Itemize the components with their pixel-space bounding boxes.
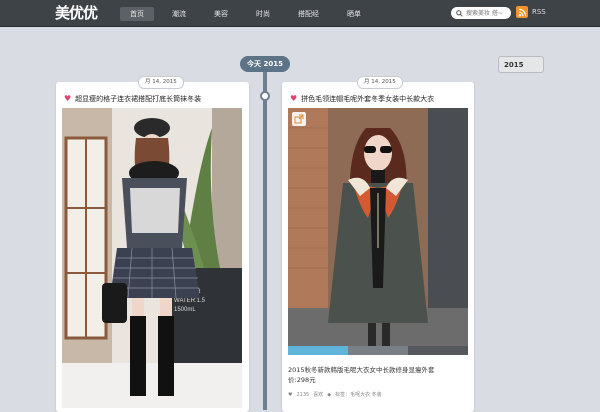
likes-count: 2135 xyxy=(296,391,310,398)
tag-icon: ◆ xyxy=(327,391,332,398)
search-icon xyxy=(456,9,463,17)
timeline-dot xyxy=(260,91,270,101)
heart-icon[interactable]: ♥ xyxy=(290,95,297,103)
description-text: 2015秋冬新款韩版毛呢大衣女中长款修身显瘦外套 xyxy=(288,366,435,374)
post-date: 月 14, 2015 xyxy=(138,76,184,89)
top-navigation-bar: 美优优 首页 潮流 美容 时尚 搭配经 晒单 RSS xyxy=(0,0,600,27)
post-card-left[interactable]: 月 14, 2015 ♥ 超显瘦的格子连衣裙搭配打底长筒袜冬装 LONG TR … xyxy=(56,76,249,412)
nav-item-trend[interactable]: 潮流 xyxy=(162,7,196,21)
color-swatch[interactable] xyxy=(348,346,408,355)
heart-icon[interactable]: ♥ xyxy=(288,392,292,398)
price-text: 价:298元 xyxy=(288,376,316,384)
post-date: 月 14, 2015 xyxy=(357,76,403,89)
nav-item-fashion[interactable]: 时尚 xyxy=(246,7,280,21)
timeline-year-badge: 今天 2015 xyxy=(240,56,290,72)
year-filter-button[interactable]: 2015 xyxy=(498,56,544,73)
likes-label: 喜欢 xyxy=(313,392,324,398)
main-nav: 首页 潮流 美容 时尚 搭配经 晒单 xyxy=(120,7,379,21)
post-title[interactable]: 超显瘦的格子连衣裙搭配打底长筒袜冬装 xyxy=(75,94,201,104)
post-card-right[interactable]: 月 14, 2015 ♥ 拼色毛领连帽毛呢外套冬季女装中长款大衣 2015秋冬新… xyxy=(282,76,474,412)
post-title[interactable]: 拼色毛领连帽毛呢外套冬季女装中长款大衣 xyxy=(301,94,434,104)
color-swatch[interactable] xyxy=(288,346,348,355)
nav-item-shop[interactable]: 晒单 xyxy=(337,7,371,21)
post-description: 2015秋冬新款韩版毛呢大衣女中长款修身显瘦外套 价:298元 xyxy=(288,365,468,385)
site-logo[interactable]: 美优优 xyxy=(55,3,98,23)
heart-icon[interactable]: ♥ xyxy=(64,95,71,103)
post-tags[interactable]: 标签：毛呢大衣 冬装 xyxy=(335,391,382,398)
rss-label: RSS xyxy=(532,8,546,16)
post-title-row: ♥ 超显瘦的格子连衣裙搭配打底长筒袜冬装 xyxy=(64,94,201,104)
svg-text:1500mL: 1500mL xyxy=(174,307,196,313)
share-icon[interactable] xyxy=(292,112,306,126)
color-swatch[interactable] xyxy=(408,346,468,355)
post-photo[interactable] xyxy=(288,108,468,346)
post-meta: ♥ 2135 喜欢 ◆ 标签：毛呢大衣 冬装 xyxy=(288,391,382,399)
search-box[interactable] xyxy=(451,7,511,19)
svg-text:WATER:1.5: WATER:1.5 xyxy=(174,298,206,304)
nav-item-beauty[interactable]: 美容 xyxy=(204,7,238,21)
rss-icon xyxy=(516,6,528,18)
rss-link[interactable]: RSS xyxy=(516,6,546,18)
color-swatch-bar xyxy=(288,346,468,355)
nav-item-outfits[interactable]: 搭配经 xyxy=(288,7,329,21)
nav-item-home[interactable]: 首页 xyxy=(120,7,154,21)
post-title-row: ♥ 拼色毛领连帽毛呢外套冬季女装中长款大衣 xyxy=(290,94,434,104)
timeline-line xyxy=(263,70,267,410)
post-photo[interactable]: LONG TR WATER:1.5 1500mL xyxy=(62,108,242,408)
search-input[interactable] xyxy=(463,8,506,18)
